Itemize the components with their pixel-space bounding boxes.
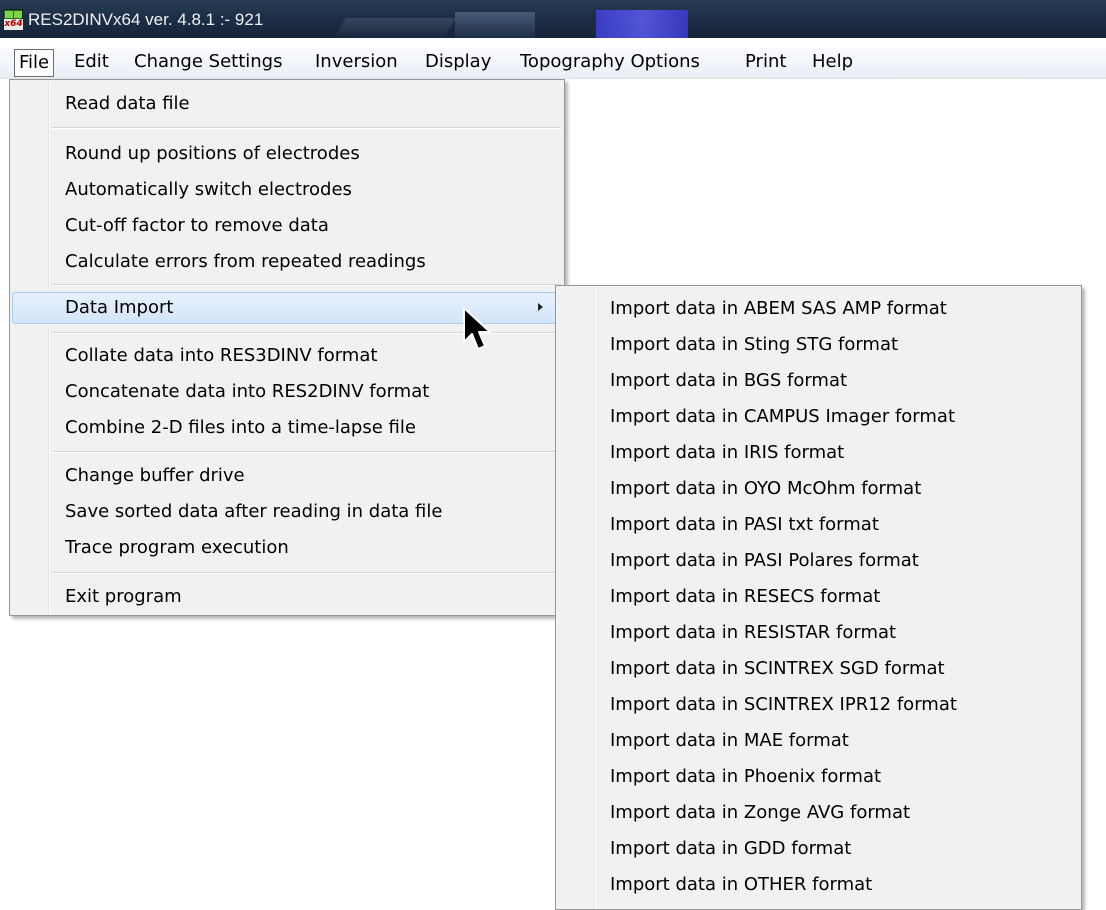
menu-separator (52, 451, 561, 453)
submenu-item-scintrex-sgd[interactable]: Import data in SCINTREX SGD format (610, 651, 945, 687)
menu-item-collate-res3dinv[interactable]: Collate data into RES3DINV format (65, 341, 377, 371)
chevron-right-icon (538, 303, 543, 311)
titlebar-glass-reflection (455, 12, 535, 38)
submenu-item-pasi-polares[interactable]: Import data in PASI Polares format (610, 543, 919, 579)
submenu-item-gdd[interactable]: Import data in GDD format (610, 831, 851, 867)
menu-help[interactable]: Help (812, 50, 853, 74)
submenu-item-resistar[interactable]: Import data in RESISTAR format (610, 615, 896, 651)
submenu-item-oyo-mcohm[interactable]: Import data in OYO McOhm format (610, 471, 921, 507)
menu-item-combine-time-lapse[interactable]: Combine 2-D files into a time-lapse file (65, 413, 416, 443)
submenu-item-iris[interactable]: Import data in IRIS format (610, 435, 844, 471)
menu-icon-gutter (48, 82, 50, 613)
menu-item-calculate-errors[interactable]: Calculate errors from repeated readings (65, 247, 426, 277)
menu-item-read-data-file[interactable]: Read data file (65, 89, 190, 119)
menu-topography-options[interactable]: Topography Options (520, 50, 700, 74)
menu-item-concatenate-res2dinv[interactable]: Concatenate data into RES2DINV format (65, 377, 429, 407)
menu-file[interactable]: File (14, 49, 55, 77)
titlebar-glass-reflection (334, 18, 456, 38)
menu-print[interactable]: Print (745, 50, 786, 74)
menu-item-automatically-switch-electrodes[interactable]: Automatically switch electrodes (65, 175, 352, 205)
app-icon-label: x64 (4, 19, 23, 30)
menu-bar: File Edit Change Settings Inversion Disp… (0, 48, 1106, 79)
menu-item-cut-off-factor[interactable]: Cut-off factor to remove data (65, 211, 329, 241)
menu-display[interactable]: Display (425, 50, 491, 74)
window-title: RES2DINVx64 ver. 4.8.1 :- 921 (28, 10, 264, 29)
submenu-item-zonge-avg[interactable]: Import data in Zonge AVG format (610, 795, 910, 831)
menu-separator (52, 284, 561, 286)
submenu-item-scintrex-ipr12[interactable]: Import data in SCINTREX IPR12 format (610, 687, 957, 723)
titlebar-glass-reflection (596, 10, 688, 38)
submenu-item-mae[interactable]: Import data in MAE format (610, 723, 849, 759)
menu-separator (52, 572, 561, 574)
res2dinv-app-icon[interactable]: x64 (3, 9, 23, 30)
menu-item-exit-program[interactable]: Exit program (65, 582, 182, 612)
submenu-item-campus-imager[interactable]: Import data in CAMPUS Imager format (610, 399, 955, 435)
menu-item-trace-program-execution[interactable]: Trace program execution (65, 533, 289, 563)
submenu-item-phoenix[interactable]: Import data in Phoenix format (610, 759, 881, 795)
menu-inversion[interactable]: Inversion (315, 50, 398, 74)
menu-icon-gutter (594, 288, 596, 909)
title-bar[interactable]: x64 RES2DINVx64 ver. 4.8.1 :- 921 (0, 0, 1106, 38)
submenu-item-other[interactable]: Import data in OTHER format (610, 867, 872, 903)
menu-item-data-import[interactable]: Data Import (65, 293, 173, 323)
submenu-item-pasi-txt[interactable]: Import data in PASI txt format (610, 507, 879, 543)
submenu-item-resecs[interactable]: Import data in RESECS format (610, 579, 880, 615)
menu-item-round-up-positions[interactable]: Round up positions of electrodes (65, 139, 360, 169)
submenu-item-bgs[interactable]: Import data in BGS format (610, 363, 847, 399)
submenu-item-abem-sas-amp[interactable]: Import data in ABEM SAS AMP format (610, 291, 947, 327)
menu-edit[interactable]: Edit (74, 50, 109, 74)
submenu-item-sting-stg[interactable]: Import data in Sting STG format (610, 327, 898, 363)
menu-separator (52, 127, 561, 129)
data-import-submenu: Import data in ABEM SAS AMP format Impor… (555, 285, 1082, 910)
menu-item-change-buffer-drive[interactable]: Change buffer drive (65, 461, 245, 491)
menu-item-save-sorted-data[interactable]: Save sorted data after reading in data f… (65, 497, 442, 527)
menu-change-settings[interactable]: Change Settings (134, 50, 282, 74)
mouse-pointer-icon (463, 307, 491, 350)
